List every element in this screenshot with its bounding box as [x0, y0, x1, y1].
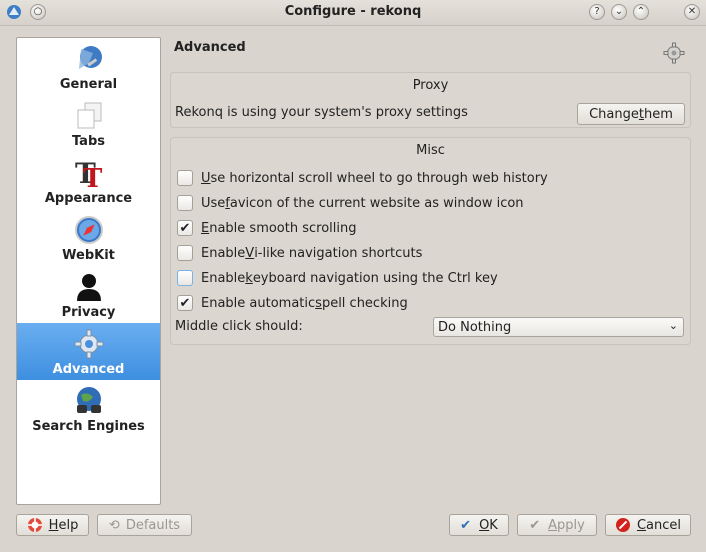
sidebar-item-label: Search Engines	[32, 419, 145, 434]
favicon-window-icon-option[interactable]: Use f avicon of the current website as wi…	[177, 193, 524, 213]
checkmark-icon: ✔	[179, 220, 191, 236]
maximize-icon: ⌃	[636, 6, 646, 17]
keyboard-navigation-option[interactable]: Enable k eyboard navigation using the Ctr…	[177, 268, 498, 288]
sidebar-item-privacy[interactable]: Privacy	[17, 266, 160, 323]
settings-gear-icon	[663, 42, 685, 64]
sidebar-item-general[interactable]: General	[17, 38, 160, 95]
cancel-icon	[615, 518, 630, 532]
minimize-icon: ⌄	[614, 6, 624, 17]
proxy-status-text: Rekonq is using your system's proxy sett…	[175, 105, 468, 120]
checkbox[interactable]	[177, 245, 193, 261]
proxy-group-title: Proxy	[412, 78, 449, 93]
checkbox[interactable]	[177, 195, 193, 211]
sidebar-item-webkit[interactable]: WebKit	[17, 209, 160, 266]
tabs-icon	[77, 102, 101, 129]
maximize-button[interactable]: ⌃	[633, 4, 649, 20]
sidebar-item-label: WebKit	[62, 248, 115, 263]
checkbox[interactable]	[177, 270, 193, 286]
sidebar-item-search-engines[interactable]: Search Engines	[17, 380, 160, 437]
title-bar[interactable]: ○ Configure - rekonq ? ⌄ ⌃ ✕	[0, 0, 706, 26]
checkmark-icon: ✔	[179, 295, 191, 311]
minimize-button[interactable]: ⌄	[611, 4, 627, 20]
middle-click-label: Middle click should:	[175, 319, 303, 334]
sidebar-item-label: Tabs	[71, 134, 105, 149]
sidebar-item-appearance[interactable]: T T Appearance	[17, 152, 160, 209]
help-icon: ?	[594, 6, 600, 17]
change-proxy-button[interactable]: Change t hem	[577, 103, 685, 125]
defaults-button[interactable]: ⟲ Defaults	[97, 514, 192, 536]
sidebar: General Tabs T T Appearance WebKit Priva…	[16, 37, 161, 505]
spell-checking-option[interactable]: ✔ Enable automatic s pell checking	[177, 293, 408, 313]
misc-group-title: Misc	[416, 143, 445, 158]
close-icon: ✕	[687, 6, 697, 17]
middle-click-select[interactable]: Do Nothing ⌄	[433, 317, 684, 337]
cancel-button[interactable]: Cancel	[605, 514, 691, 536]
general-icon	[78, 46, 102, 69]
ok-button[interactable]: ✔ OK	[449, 514, 509, 536]
chevron-down-icon: ⌄	[668, 319, 678, 332]
help-dialog-button[interactable]: Help	[16, 514, 89, 536]
vi-navigation-option[interactable]: Enable Vi-like navigation shortcuts	[177, 243, 422, 263]
page-title: Advanced	[174, 40, 246, 55]
help-button[interactable]: ?	[589, 4, 605, 20]
appearance-icon: T T	[75, 157, 103, 189]
search-engines-icon	[76, 387, 101, 413]
sidebar-item-label: Privacy	[61, 305, 116, 320]
checkmark-icon: ✔	[529, 517, 541, 533]
checkbox[interactable]	[177, 170, 193, 186]
checkbox-checked[interactable]: ✔	[177, 220, 193, 236]
webkit-icon	[74, 216, 103, 244]
sidebar-item-tabs[interactable]: Tabs	[17, 95, 160, 152]
gear-icon	[74, 329, 103, 359]
svg-text:T: T	[83, 164, 103, 189]
privacy-icon	[76, 274, 101, 301]
close-button[interactable]: ✕	[684, 4, 700, 20]
proxy-group: Proxy Rekonq is using your system's prox…	[170, 72, 691, 128]
checkbox-checked[interactable]: ✔	[177, 295, 193, 311]
horizontal-scroll-history-option[interactable]: Use horizontal scroll wheel to go throug…	[177, 168, 548, 188]
misc-group: Misc Use horizontal scroll wheel to go t…	[170, 137, 691, 345]
sidebar-item-label: General	[59, 77, 118, 92]
defaults-icon: ⟲	[108, 517, 120, 533]
smooth-scrolling-option[interactable]: ✔ Enable smooth scrolling	[177, 218, 357, 238]
sidebar-item-label: Appearance	[44, 191, 133, 206]
sidebar-item-label: Advanced	[52, 362, 125, 377]
sidebar-item-advanced[interactable]: Advanced	[17, 323, 160, 380]
help-buoy-icon	[27, 518, 42, 532]
checkmark-icon: ✔	[460, 517, 472, 533]
apply-button[interactable]: ✔ Apply	[517, 514, 597, 536]
